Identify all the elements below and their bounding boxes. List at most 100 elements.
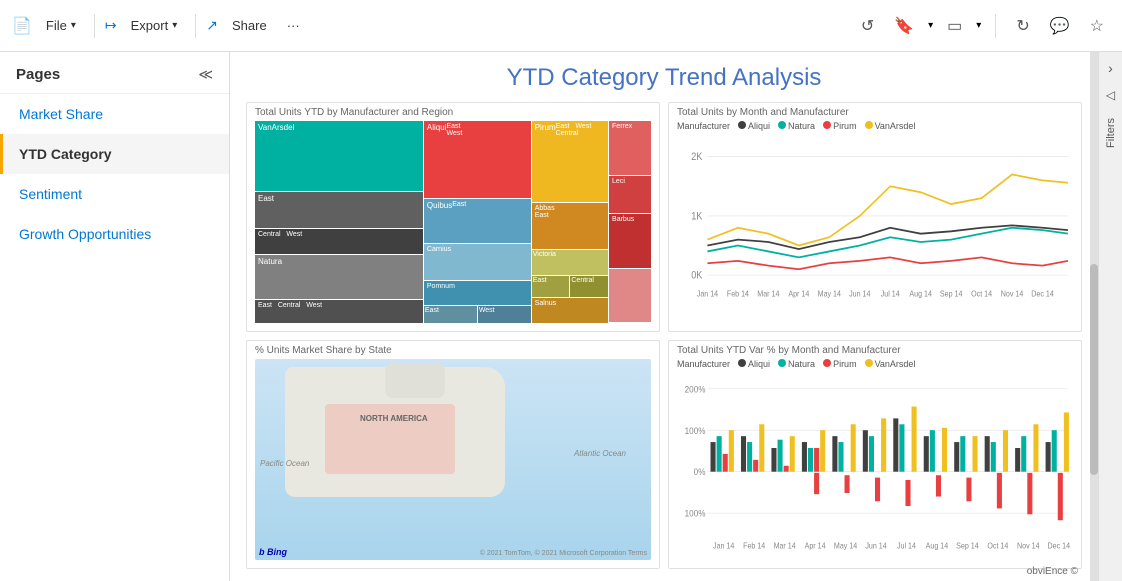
svg-text:Jan 14: Jan 14 (697, 289, 719, 299)
undo-button[interactable]: ↺ (855, 10, 880, 42)
svg-text:100%: 100% (685, 508, 706, 519)
svg-text:Dec 14: Dec 14 (1031, 289, 1054, 299)
treemap-cell-east[interactable]: East (255, 192, 423, 228)
svg-text:100%: 100% (685, 425, 706, 436)
bookmark-button[interactable]: 🔖 (888, 10, 920, 42)
map-chart[interactable]: % Units Market Share by State NORTH AMER… (246, 340, 660, 570)
treemap-bottom-row: East West (424, 306, 531, 322)
treemap-cell-east-v[interactable]: East (532, 276, 570, 297)
scroll-thumb[interactable] (1090, 264, 1098, 476)
treemap-title: Total Units YTD by Manufacturer and Regi… (255, 107, 651, 118)
bar-legend-natura: Natura (778, 359, 815, 369)
separator-2 (195, 14, 196, 38)
sidebar-item-growth-opportunities[interactable]: Growth Opportunities (0, 214, 229, 254)
sidebar-collapse-button[interactable]: ≪ (198, 66, 213, 83)
bar-chart-legend: Manufacturer Aliqui Natura Pirum VanArsd… (677, 359, 1073, 369)
line-chart-legend: Manufacturer Aliqui Natura Pirum VanArsd… (677, 121, 1073, 131)
treemap-cell-vanarsdel[interactable]: VanArsdeI (255, 121, 423, 191)
toolbar-right: ↺ 🔖 ▾ ▭ ▾ ↻ 💬 ☆ (855, 10, 1110, 42)
svg-text:200%: 200% (685, 383, 706, 394)
file-button[interactable]: File ▾ (38, 12, 84, 39)
right-panel: › ◁ Filters (1098, 52, 1122, 581)
comment-button[interactable]: 💬 (1044, 10, 1076, 42)
view-button[interactable]: ▭ (941, 10, 968, 42)
svg-text:May 14: May 14 (818, 289, 842, 299)
treemap-cell-victoria[interactable]: Victoria (532, 250, 608, 276)
favorite-button[interactable]: ☆ (1084, 10, 1110, 42)
chevron-right-icon[interactable]: › (1108, 60, 1113, 76)
svg-text:2K: 2K (691, 152, 703, 164)
treemap-cell-natura[interactable]: Natura (255, 255, 423, 299)
sidebar-item-market-share-label: Market Share (19, 106, 103, 122)
bookmark-chevron-icon[interactable]: ▾ (928, 20, 933, 31)
triangle-icon[interactable]: ◁ (1106, 88, 1115, 102)
content-area: YTD Category Trend Analysis Total Units … (230, 52, 1098, 581)
map-area: NORTH AMERICA Pacific Ocean Atlantic Oce… (255, 359, 651, 561)
legend-aliqui: Aliqui (738, 121, 770, 131)
treemap-cell-bottom[interactable]: Salnus (532, 298, 608, 323)
view-chevron-icon[interactable]: ▾ (976, 20, 981, 31)
treemap-col-2: AliquiEastWest QuibusEast Carnius Pomnum… (424, 121, 531, 323)
sidebar-header: Pages ≪ (0, 52, 229, 94)
svg-text:Feb 14: Feb 14 (743, 541, 766, 551)
treemap-cell-natura-bottom[interactable]: East Central West (255, 300, 423, 323)
report-title: YTD Category Trend Analysis (246, 64, 1082, 92)
treemap-cell-aliqui[interactable]: AliquiEastWest (424, 121, 531, 198)
svg-text:Dec 14: Dec 14 (1048, 541, 1071, 551)
line-chart-svg: 2K 1K 0K Jan 14 (677, 133, 1073, 323)
svg-text:Jun 14: Jun 14 (865, 541, 887, 551)
treemap-col-4: Ferrex Leci Barbus (609, 121, 651, 323)
treemap-cell-west-small[interactable]: West (478, 306, 531, 322)
treemap-chart[interactable]: Total Units YTD by Manufacturer and Regi… (246, 102, 660, 332)
share-label: Share (232, 18, 267, 33)
export-button[interactable]: Export ▾ (123, 12, 186, 39)
sidebar-title: Pages (16, 66, 60, 83)
sidebar-item-growth-opportunities-label: Growth Opportunities (19, 226, 151, 242)
bar-chart-area: 200% 100% 0% 100% (677, 371, 1073, 561)
atlantic-label: Atlantic Ocean (574, 449, 626, 458)
treemap-cell-pomnum[interactable]: Pomnum (424, 281, 531, 305)
treemap-cell-abbas[interactable]: AbbasEast (532, 203, 608, 248)
treemap-cell-pirum[interactable]: PirumEast WestCentral (532, 121, 608, 202)
more-label: ··· (287, 18, 300, 33)
share-button[interactable]: Share (224, 12, 275, 39)
svg-text:Jul 14: Jul 14 (897, 541, 917, 551)
sidebar-item-ytd-category[interactable]: YTD Category (0, 134, 229, 174)
scroll-indicator[interactable] (1090, 52, 1098, 581)
treemap-cell-east-small[interactable]: East (424, 306, 477, 322)
treemap-area: VanArsdeI East Central West Natura East … (255, 121, 651, 323)
sidebar-item-sentiment[interactable]: Sentiment (0, 174, 229, 214)
map-title: % Units Market Share by State (255, 345, 651, 356)
treemap-cell-central-v[interactable]: Central (570, 276, 608, 297)
file-chevron-icon: ▾ (71, 20, 76, 31)
line-chart[interactable]: Total Units by Month and Manufacturer Ma… (668, 102, 1082, 332)
refresh-button[interactable]: ↻ (1010, 10, 1035, 42)
pacific-label: Pacific Ocean (260, 459, 309, 468)
svg-text:Apr 14: Apr 14 (788, 289, 810, 299)
svg-text:0K: 0K (691, 270, 703, 282)
filters-button[interactable]: Filters (1103, 114, 1119, 152)
treemap-cell-carnius[interactable]: Carnius (424, 244, 531, 280)
more-button[interactable]: ··· (279, 12, 308, 39)
treemap-cell-quibus[interactable]: QuibusEast (424, 199, 531, 243)
treemap-cell-small-1[interactable] (609, 269, 651, 323)
bar-legend-manufacturer-label: Manufacturer (677, 359, 730, 369)
svg-text:Mar 14: Mar 14 (757, 289, 780, 299)
svg-text:Jun 14: Jun 14 (849, 289, 871, 299)
bar-legend-pirum: Pirum (823, 359, 857, 369)
treemap-cell-leci[interactable]: Leci (609, 176, 651, 213)
treemap-row-victoria-sub: East Central (532, 276, 608, 297)
treemap-cell-central-west[interactable]: Central West (255, 229, 423, 254)
sidebar-item-market-share[interactable]: Market Share (0, 94, 229, 134)
treemap-cell-barbus[interactable]: Barbus (609, 214, 651, 268)
treemap-cell-ferrex[interactable]: Ferrex (609, 121, 651, 175)
separator-3 (995, 14, 996, 38)
bar-chart[interactable]: Total Units YTD Var % by Month and Manuf… (668, 340, 1082, 570)
treemap-col-3: PirumEast WestCentral AbbasEast Victoria… (532, 121, 608, 323)
sidebar-item-ytd-category-label: YTD Category (19, 146, 112, 162)
svg-text:Oct 14: Oct 14 (987, 541, 1009, 551)
file-label: File (46, 18, 67, 33)
export-chevron-icon: ▾ (172, 20, 177, 31)
bing-logo: b Bing (259, 547, 287, 557)
bar-chart-title: Total Units YTD Var % by Month and Manuf… (677, 345, 1073, 356)
